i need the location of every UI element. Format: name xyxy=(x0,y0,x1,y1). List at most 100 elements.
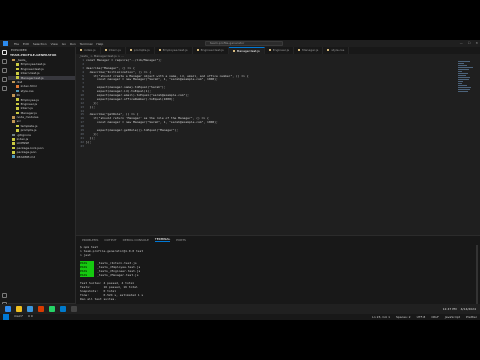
search-icon[interactable] xyxy=(1,59,7,64)
menu-run[interactable]: Run xyxy=(70,42,76,46)
taskbar-app-icon[interactable] xyxy=(60,306,66,312)
editor-tab[interactable]: Employee.test.js xyxy=(155,47,193,54)
editor-tab[interactable]: prompts.js xyxy=(126,47,155,54)
end-of-line[interactable]: CRLF xyxy=(431,315,439,319)
terminal-scrollbar[interactable] xyxy=(476,245,478,309)
file-icon xyxy=(12,133,15,137)
language-mode[interactable]: JavaScript xyxy=(445,315,460,319)
editor-tab[interactable]: Intern.js xyxy=(101,47,126,54)
code-text: expect(manager.officeNumber).toEqual(100… xyxy=(86,96,175,101)
activity-bar xyxy=(0,47,8,313)
taskbar-app-icon[interactable] xyxy=(49,306,55,312)
editor-tab-label: index.js xyxy=(84,48,96,52)
account-icon[interactable] xyxy=(1,293,7,298)
tree-item[interactable]: README.md xyxy=(8,155,75,159)
file-icon xyxy=(12,146,15,150)
editor-tab[interactable]: Manager.test.js xyxy=(228,47,265,54)
vscode-window: File Edit Selection View Go Run Terminal… xyxy=(0,40,480,320)
title-bar: File Edit Selection View Go Run Terminal… xyxy=(0,40,480,47)
file-icon xyxy=(12,151,15,154)
test-file: _tests_/Manager.test.js xyxy=(97,273,139,277)
explorer-icon[interactable] xyxy=(1,50,7,55)
encoding[interactable]: UTF-8 xyxy=(417,315,426,319)
js-file-icon xyxy=(327,49,330,51)
panel-tab[interactable]: PORTS xyxy=(176,238,186,242)
file-icon xyxy=(16,129,19,132)
js-file-icon xyxy=(104,49,107,51)
editor-tab-label: prompts.js xyxy=(133,48,150,52)
taskbar-app-icon[interactable] xyxy=(16,306,22,312)
file-icon xyxy=(16,63,19,66)
remote-indicator-icon[interactable] xyxy=(3,314,9,320)
editor-tab[interactable]: Engineer.js xyxy=(265,47,295,54)
close-icon[interactable]: ✕ xyxy=(475,41,478,45)
clock-time[interactable]: 12:47 PM xyxy=(443,307,457,311)
file-icon xyxy=(12,58,15,62)
run-debug-icon[interactable] xyxy=(1,77,7,82)
js-file-icon xyxy=(196,49,199,51)
file-tree: _tests_ Employee.test.js Engineer.test.js I… xyxy=(8,58,75,159)
editor-tab-label: Manager.js xyxy=(302,48,319,52)
test-summary: Test Suites: 4 passed, 4 total Tests: 16 … xyxy=(80,281,464,301)
editor-area: index.js Intern.js prompts.js Employee.test… xyxy=(76,47,480,235)
explorer-sidebar: EXPLORER TEAM-PROFILE-GENERATOR _tests_ E… xyxy=(8,47,76,313)
taskbar-app-icon[interactable] xyxy=(38,306,44,312)
source-control-icon[interactable] xyxy=(1,68,7,73)
panel-tab[interactable]: TERMINAL xyxy=(154,237,171,242)
system-tray: 12:47 PM 4/14/2024 xyxy=(443,307,476,311)
prettier-status[interactable]: Prettier xyxy=(466,315,477,319)
editor-tab[interactable]: style.css xyxy=(323,47,350,54)
editor-tab[interactable]: Engineer.test.js xyxy=(193,47,229,54)
js-file-icon xyxy=(80,49,82,51)
file-icon xyxy=(16,98,19,101)
menu-file[interactable]: File xyxy=(14,42,19,46)
editor-tab[interactable]: index.js xyxy=(76,47,101,54)
menu-view[interactable]: View xyxy=(51,42,58,46)
command-center-search[interactable]: team-profile-generator xyxy=(205,41,283,46)
file-icon xyxy=(12,120,15,123)
status-bar: main* 0 0 Ln 23, Col 1 Spaces: 2 UTF-8 C… xyxy=(0,313,480,320)
minimap[interactable] xyxy=(458,61,476,107)
editor-tab[interactable]: Manager.js xyxy=(294,47,324,54)
git-branch[interactable]: main* xyxy=(14,314,23,320)
panel-tabs: PROBLEMS OUTPUT DEBUG CONSOLE TERMINAL PORTS xyxy=(76,236,480,243)
taskbar-app-icon[interactable] xyxy=(27,306,33,312)
minimize-icon[interactable]: — xyxy=(460,41,463,45)
taskbar-app-icon[interactable] xyxy=(5,306,11,312)
code-editor[interactable]: 1 const Manager = require("../lib/Manager… xyxy=(76,58,480,149)
tree-item-label: Manager.test.js xyxy=(20,75,44,80)
problems-count[interactable]: 0 0 xyxy=(28,314,33,320)
panel-tab[interactable]: OUTPUT xyxy=(104,238,116,242)
maximize-icon[interactable]: ☐ xyxy=(468,41,471,45)
window-controls: — ☐ ✕ xyxy=(460,41,478,45)
extensions-icon[interactable] xyxy=(1,86,7,91)
code-line: 23 xyxy=(76,143,480,149)
file-icon xyxy=(16,85,19,88)
menu-go[interactable]: Go xyxy=(62,42,66,46)
file-icon xyxy=(16,124,19,128)
indentation[interactable]: Spaces: 2 xyxy=(396,315,411,319)
cursor-position[interactable]: Ln 23, Col 1 xyxy=(372,315,390,319)
clock-date[interactable]: 4/14/2024 xyxy=(461,307,476,311)
line-number: 23 xyxy=(80,143,84,148)
taskbar-app-icon[interactable] xyxy=(71,306,77,312)
menu-selection[interactable]: Selection xyxy=(33,42,47,46)
file-icon xyxy=(12,137,15,141)
tree-item-label: style.css xyxy=(20,88,34,93)
file-icon xyxy=(16,72,19,75)
editor-tab-label: style.css xyxy=(331,48,345,52)
panel-tab[interactable]: DEBUG CONSOLE xyxy=(123,238,149,242)
menu-edit[interactable]: Edit xyxy=(23,42,29,46)
js-file-icon xyxy=(232,50,235,52)
file-icon xyxy=(12,155,15,159)
editor-tab-label: Engineer.test.js xyxy=(200,48,224,52)
panel-tab[interactable]: PROBLEMS xyxy=(82,238,98,242)
code-text: const manager = new Manager("Sarah", 1, … xyxy=(86,120,218,125)
vscode-logo-icon xyxy=(3,41,8,46)
editor-tab-label: Intern.js xyxy=(108,48,121,52)
code-text: const Manager = require("../lib/Manager"… xyxy=(86,58,162,62)
menu-terminal[interactable]: Terminal xyxy=(80,42,93,46)
menu-help[interactable]: Help xyxy=(96,42,103,46)
file-icon xyxy=(12,142,15,145)
js-file-icon xyxy=(158,49,161,51)
